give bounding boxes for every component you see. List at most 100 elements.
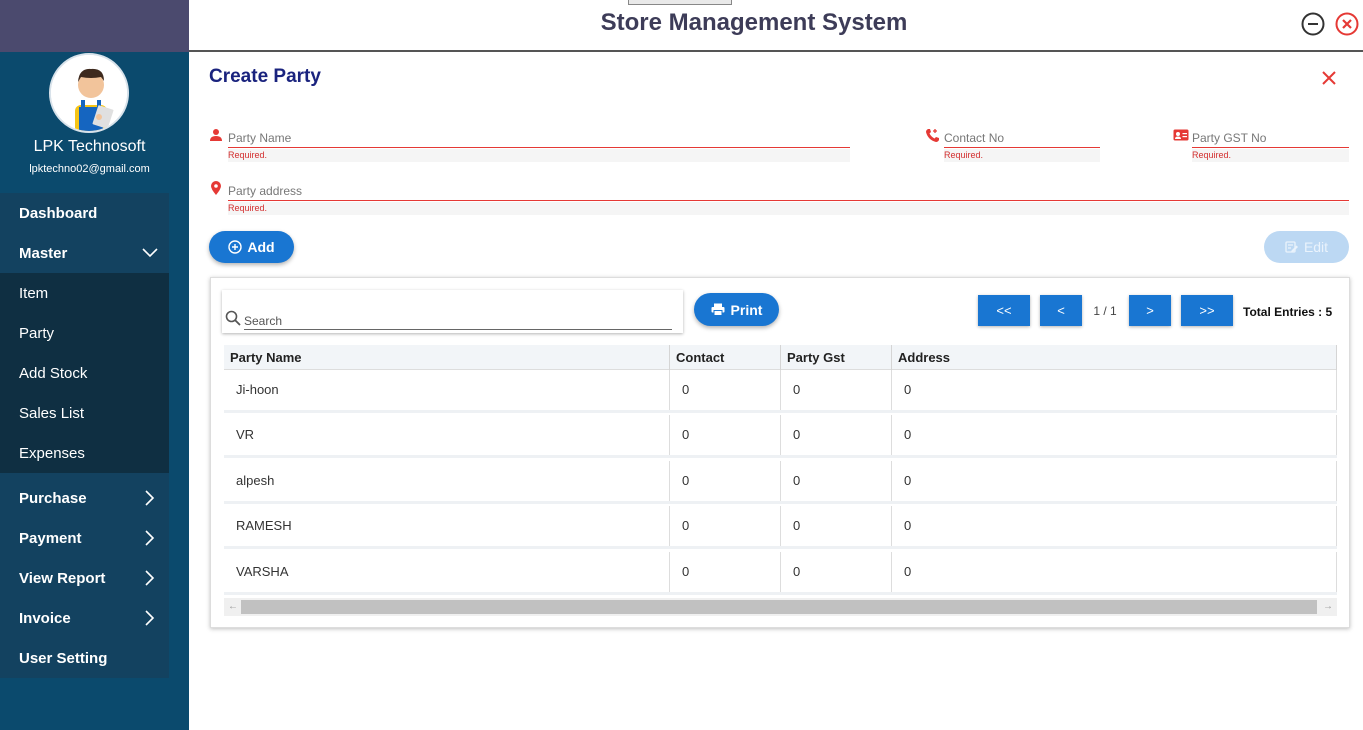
sidebar-subitem-expenses[interactable]: Expenses [0,433,169,473]
horizontal-scrollbar[interactable]: ← → [224,598,1337,616]
cell-party-gst: 0 [781,461,892,501]
main-content: Create Party Required. Required. Require… [189,54,1363,730]
cell-party-gst: 0 [781,415,892,455]
edit-button[interactable]: Edit [1264,231,1349,263]
sidebar-item-label: Purchase [19,489,87,507]
party-name-input[interactable] [228,128,850,148]
table-row[interactable]: RAMESH 0 0 0 [224,506,1337,549]
app-title: Store Management System [600,9,908,36]
cell-address: 0 [892,552,1337,592]
edit-button-label: Edit [1303,239,1329,255]
sidebar-subitem-add-stock[interactable]: Add Stock [0,353,169,393]
user-avatar-icon [51,55,127,131]
cell-party-name: alpesh [224,461,670,501]
column-header-contact[interactable]: Contact [670,345,781,370]
printer-icon [711,303,725,316]
sidebar-item-invoice[interactable]: Invoice [0,598,169,638]
cell-party-gst: 0 [781,552,892,592]
close-window-button[interactable] [1335,12,1359,36]
page-indicator: 1 / 1 [1093,304,1117,318]
master-submenu: Item Party Add Stock Sales List Expenses [0,273,169,473]
total-entries: Total Entries : 5 [1243,305,1333,319]
chevron-right-icon [141,529,159,547]
contact-no-error: Required. [944,149,1100,162]
table-row[interactable]: alpesh 0 0 0 [224,461,1337,504]
minimize-button[interactable] [1301,12,1325,36]
cell-party-name: VARSHA [224,552,670,592]
sidebar-menu: Dashboard Master Item Party Add Stock Sa… [0,193,169,678]
edit-icon [1285,241,1298,253]
company-email: lpktechno02@gmail.com [29,163,150,175]
sidebar-item-user-setting[interactable]: User Setting [0,638,169,678]
app-header: Store Management System [189,0,1363,52]
cell-contact: 0 [670,370,781,410]
party-name-field: Required. [209,128,851,164]
scroll-right-icon[interactable]: → [1321,600,1335,614]
company-name: LPK Technosoft [33,138,146,155]
close-form-button[interactable] [1320,69,1338,87]
sidebar: LPK Technosoft lpktechno02@gmail.com Das… [0,0,189,730]
table-header: Party Name Contact Party Gst Address [224,345,1337,370]
sidebar-item-dashboard[interactable]: Dashboard [0,193,169,233]
sidebar-item-label: Dashboard [19,204,98,222]
sidebar-item-label: Sales List [19,404,85,422]
table-row[interactable]: Ji-hoon 0 0 0 [224,370,1337,413]
party-address-input[interactable] [228,181,1349,201]
sidebar-item-label: Payment [19,529,82,547]
sidebar-subitem-sales-list[interactable]: Sales List [0,393,169,433]
cell-address: 0 [892,461,1337,501]
chevron-right-icon [141,569,159,587]
party-name-error: Required. [228,149,850,162]
sidebar-item-label: Master [19,244,68,262]
sidebar-item-label: Add Stock [19,364,88,382]
cell-address: 0 [892,506,1337,546]
sidebar-item-label: Invoice [19,609,71,627]
scroll-left-icon[interactable]: ← [226,600,240,614]
search-box [222,290,683,333]
cell-party-gst: 0 [781,370,892,410]
party-gst-input[interactable] [1192,128,1349,148]
sidebar-subitem-party[interactable]: Party [0,313,169,353]
scrollbar-thumb[interactable] [241,600,1317,614]
contact-no-input[interactable] [944,128,1100,148]
page-title: Create Party [209,66,321,87]
sidebar-subitem-item[interactable]: Item [0,273,169,313]
add-button-label: Add [247,239,275,255]
first-page-button[interactable]: << [978,295,1030,326]
cell-address: 0 [892,415,1337,455]
sidebar-item-payment[interactable]: Payment [0,518,169,558]
person-icon [209,128,225,144]
minimize-icon [1301,12,1325,36]
column-header-party-name[interactable]: Party Name [224,345,670,370]
window-drag-handle[interactable] [628,0,732,5]
sidebar-item-view-report[interactable]: View Report [0,558,169,598]
print-button-label: Print [730,301,763,318]
party-table-card: Print << < 1 / 1 > >> Total Entries : 5 … [210,277,1350,628]
print-button[interactable]: Print [694,293,779,326]
cell-party-name: RAMESH [224,506,670,546]
party-gst-field: Required. [1173,128,1349,164]
sidebar-item-master[interactable]: Master [0,233,169,273]
search-icon [225,310,241,326]
column-header-party-gst[interactable]: Party Gst [781,345,892,370]
next-page-button[interactable]: > [1129,295,1171,326]
prev-page-button[interactable]: < [1040,295,1082,326]
location-pin-icon [209,181,225,197]
sidebar-item-label: Expenses [19,444,85,462]
close-icon [1322,71,1336,85]
sidebar-header-band [0,0,189,52]
sidebar-item-purchase[interactable]: Purchase [0,478,169,518]
last-page-button[interactable]: >> [1181,295,1233,326]
cell-contact: 0 [670,506,781,546]
avatar [49,53,129,133]
cell-address: 0 [892,370,1337,410]
chevron-down-icon [141,244,159,262]
chevron-right-icon [141,609,159,627]
add-button[interactable]: Add [209,231,294,263]
column-header-address[interactable]: Address [892,345,1337,370]
table-row[interactable]: VARSHA 0 0 0 [224,552,1337,595]
cell-contact: 0 [670,415,781,455]
table-row[interactable]: VR 0 0 0 [224,415,1337,458]
sidebar-item-label: Party [19,324,55,342]
search-input[interactable] [244,312,672,330]
